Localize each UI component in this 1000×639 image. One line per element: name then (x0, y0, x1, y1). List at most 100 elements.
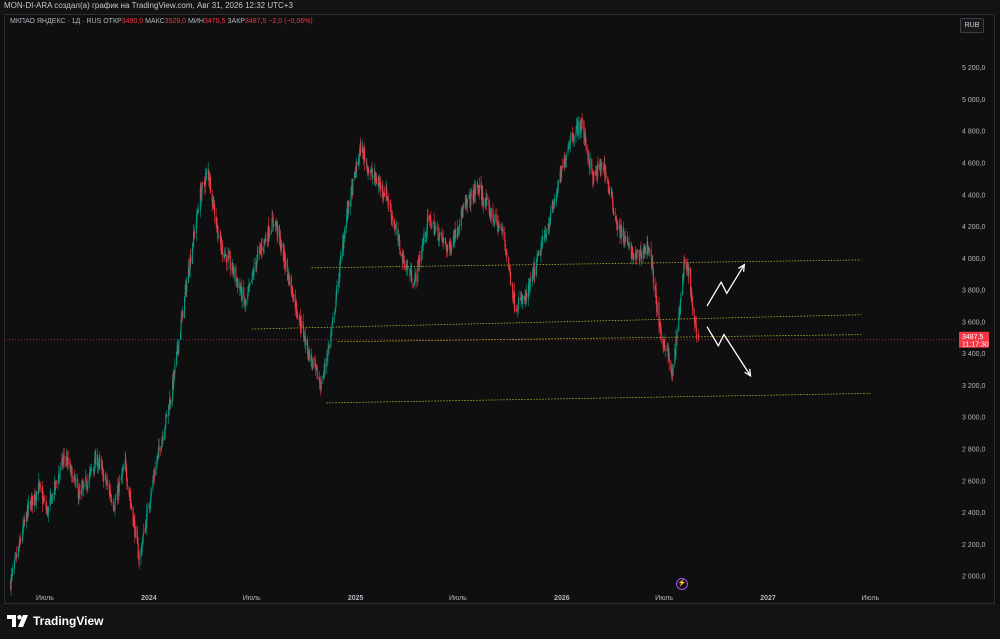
candle (47, 505, 49, 522)
last-price-value: 3487,5 (962, 334, 984, 341)
scenario-arrows[interactable] (706, 263, 752, 378)
candle-body (589, 158, 591, 167)
candle (569, 131, 571, 153)
candle-body (506, 252, 508, 257)
candle-body (205, 172, 208, 175)
time-tick-label: Июль (36, 595, 54, 602)
price-tick-label: 3 800,0 (962, 288, 985, 295)
currency-button[interactable]: RUB (960, 18, 984, 33)
close-label: ЗАКР (227, 18, 245, 25)
candle-body (352, 179, 354, 195)
candle-body (688, 268, 690, 276)
horizontal-levels[interactable] (251, 259, 871, 404)
symbol-name[interactable]: МКПАО ЯНДЕКС · 1Д · RUS (10, 18, 101, 25)
candle-body (273, 224, 275, 226)
candle-body (221, 243, 223, 255)
candle-body (411, 283, 413, 285)
candle-body (115, 499, 117, 501)
high-value: 3529,0 (164, 18, 187, 25)
candle-body (190, 256, 192, 263)
high-label: МАКС (145, 18, 165, 25)
price-tick-label: 2 400,0 (962, 510, 985, 517)
candle-body (111, 498, 113, 503)
price-axis[interactable]: 2 000,0 2 200,0 2 400,0 2 600,0 2 800,0 3 000… (962, 65, 985, 580)
candle-body (522, 296, 524, 301)
candle-body (114, 500, 116, 510)
candle (134, 525, 136, 539)
candle-body (51, 494, 53, 503)
candle-body (518, 298, 520, 301)
candle-body (526, 293, 528, 298)
candle-body (31, 495, 34, 506)
candle-body (286, 259, 288, 272)
candle-body (625, 236, 627, 239)
candle-body (672, 364, 674, 376)
candle (182, 310, 184, 323)
close-value: 3487,5 (244, 18, 267, 25)
candle-body (695, 324, 697, 334)
candle (241, 286, 243, 309)
candle-body (534, 266, 536, 277)
candle-body (451, 246, 453, 250)
candle-body (629, 243, 631, 245)
last-price-tag: 3487,5 11:17:30 (959, 331, 989, 348)
candle (130, 502, 132, 511)
footer-bar (0, 604, 1000, 639)
candle-body (162, 436, 164, 440)
symbol-legend[interactable]: МКПАО ЯНДЕКС · 1Д · RUS ОТКР3490,0 МАКС3… (10, 18, 313, 25)
candle-body (504, 243, 506, 248)
candle-body (308, 348, 310, 362)
price-tick-label: 4 200,0 (962, 224, 985, 231)
time-tick-label: 2025 (348, 595, 364, 602)
price-tick-label: 2 000,0 (962, 574, 985, 581)
candle-body (509, 272, 511, 284)
tradingview-logo[interactable]: TradingView (7, 614, 103, 628)
candle (57, 466, 60, 483)
candle-body (585, 144, 587, 151)
candle-body (577, 121, 579, 136)
candle-body (459, 224, 461, 228)
candle-body (134, 527, 136, 539)
candle-body (366, 163, 368, 165)
candle-body (57, 474, 60, 483)
lightning-icon[interactable]: ⚡ (676, 578, 688, 590)
candle (538, 250, 540, 256)
candle-body (285, 260, 287, 268)
candle-body (296, 312, 299, 318)
candle-body (360, 142, 362, 153)
candle-body (463, 205, 465, 208)
candle-body (683, 260, 685, 278)
candle (51, 492, 53, 504)
candle (650, 241, 652, 256)
candle (31, 495, 34, 514)
candle (652, 267, 654, 292)
candle-body (281, 243, 283, 248)
candle-body (55, 481, 57, 483)
candle-body (633, 253, 635, 260)
price-tick-label: 3 000,0 (962, 415, 985, 422)
time-axis[interactable]: Июль 2024 Июль 2025 Июль 2026 Июль 2027 Июль (36, 595, 880, 602)
candle-body (573, 138, 575, 140)
candle-body (261, 245, 263, 251)
candle-body (107, 482, 109, 486)
candle-body (368, 168, 370, 173)
candle-body (557, 181, 560, 183)
candle-body (116, 492, 118, 500)
candle-body (455, 235, 457, 238)
candle-body (676, 329, 678, 339)
candle-body (303, 328, 305, 338)
candle-body (415, 273, 417, 282)
candle-body (71, 469, 73, 483)
candle-body (332, 316, 334, 320)
candle-body (652, 268, 654, 284)
time-tick-label: 2026 (554, 595, 570, 602)
time-tick-label: Июль (243, 595, 261, 602)
candle-body (474, 186, 476, 195)
candle-body (304, 336, 306, 345)
candle-body (344, 226, 346, 238)
candle-body (237, 283, 239, 288)
candle-body (369, 172, 371, 174)
candlestick-chart[interactable]: 2 000,0 2 200,0 2 400,0 2 600,0 2 800,0 3 000… (0, 0, 1000, 639)
candle-body (182, 310, 184, 318)
candle (672, 363, 674, 376)
